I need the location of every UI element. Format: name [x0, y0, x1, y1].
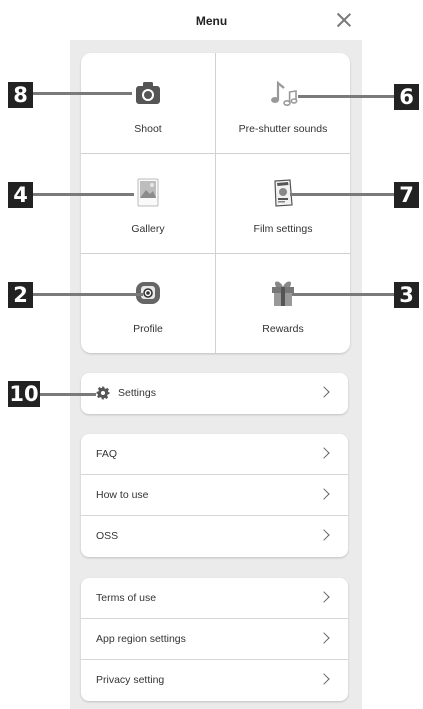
callout-line	[31, 293, 143, 296]
chevron-right-icon	[318, 529, 330, 541]
grid-item-rewards[interactable]: Rewards	[216, 253, 350, 353]
list-item-privacy-setting[interactable]: Privacy setting	[81, 660, 348, 701]
callout-badge: 8	[8, 82, 33, 108]
chevron-right-icon	[318, 673, 330, 685]
grid-item-gallery[interactable]: Gallery	[81, 153, 215, 253]
grid-item-shoot[interactable]: Shoot	[81, 53, 215, 153]
help-card: FAQ How to use OSS	[81, 434, 348, 557]
list-item-label: App region settings	[96, 633, 186, 645]
list-item-app-region-settings[interactable]: App region settings	[81, 619, 348, 660]
close-icon[interactable]	[334, 10, 354, 30]
page-title: Menu	[195, 14, 228, 28]
callout-badge: 2	[8, 282, 33, 308]
settings-card: Settings	[81, 373, 348, 414]
list-item-label: Terms of use	[96, 592, 157, 604]
list-item-oss[interactable]: OSS	[81, 516, 348, 557]
settings-row[interactable]: Settings	[81, 373, 348, 414]
callout-line	[298, 95, 396, 98]
chevron-right-icon	[318, 488, 330, 500]
camera-icon	[136, 82, 160, 104]
chevron-right-icon	[318, 591, 330, 603]
grid-item-label: Shoot	[134, 123, 162, 135]
chevron-right-icon	[318, 632, 330, 644]
settings-label: Settings	[118, 387, 156, 399]
list-item-label: Privacy setting	[96, 674, 165, 686]
list-item-label: How to use	[96, 489, 149, 501]
list-item-terms-of-use[interactable]: Terms of use	[81, 578, 348, 619]
callout-line	[31, 92, 132, 95]
callout-badge: 6	[394, 84, 419, 110]
grid-item-label: Pre-shutter sounds	[238, 123, 328, 135]
grid-item-label: Profile	[133, 323, 163, 335]
list-item-label: FAQ	[96, 448, 118, 460]
callout-badge: 10	[8, 381, 40, 407]
grid-item-label: Rewards	[262, 323, 304, 335]
callout-badge: 7	[394, 182, 419, 208]
callout-badge: 3	[394, 282, 419, 308]
legal-card: Terms of use App region settings Privacy…	[81, 578, 348, 701]
gear-icon	[96, 386, 110, 400]
menu-grid: Shoot Pre-shutter sounds Gallery Film se…	[81, 53, 350, 353]
grid-item-label: Film settings	[253, 223, 313, 235]
list-item-label: OSS	[96, 530, 119, 542]
callout-line	[36, 393, 96, 396]
callout-badge: 4	[8, 182, 33, 208]
list-item-faq[interactable]: FAQ	[81, 434, 348, 475]
callout-line	[290, 193, 396, 196]
chevron-right-icon	[318, 386, 330, 398]
grid-item-film-settings[interactable]: Film settings	[216, 153, 350, 253]
music-note-icon	[271, 80, 298, 106]
grid-item-profile[interactable]: Profile	[81, 253, 215, 353]
chevron-right-icon	[318, 447, 330, 459]
gallery-icon	[137, 178, 159, 207]
list-item-how-to-use[interactable]: How to use	[81, 475, 348, 516]
callout-line	[292, 293, 396, 296]
app-header: Menu	[0, 0, 423, 40]
callout-line	[31, 193, 134, 196]
grid-item-label: Gallery	[131, 223, 165, 235]
grid-item-pre-shutter-sounds[interactable]: Pre-shutter sounds	[216, 53, 350, 153]
